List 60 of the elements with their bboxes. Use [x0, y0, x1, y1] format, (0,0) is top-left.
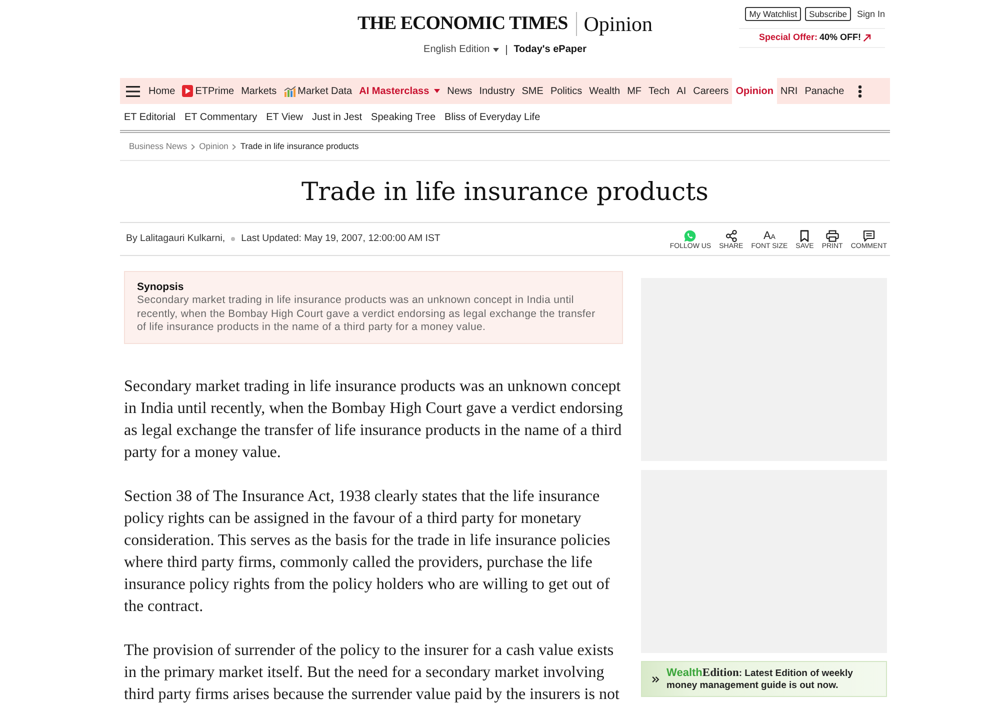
offer-link[interactable]: Special Offer: 40% OFF! [738, 28, 885, 48]
printer-icon [826, 230, 839, 242]
sign-in-link[interactable]: Sign In [854, 9, 885, 19]
nav-tab[interactable]: Market Data [280, 78, 356, 104]
author-name: By Lalitagauri Kulkarni, [126, 232, 226, 246]
nav-tab[interactable]: Home [145, 78, 179, 104]
play-badge-icon [182, 85, 194, 97]
site-logo[interactable]: THE ECONOMIC TIMES [357, 12, 568, 36]
phone-bubble-icon [684, 230, 696, 242]
article-paragraph: The provision of surrender of the policy to the insurer for a cash value exists in the primary market itself. But the need for a secondary market involving third party firms arises because the surrender value paid by the insurers is not [124, 640, 620, 704]
promo-text: WealthEdition: Latest Edition of weekly money management guide is out now. [666, 666, 854, 692]
more-icon [858, 84, 862, 98]
synopsis-text: Secondary market trading in life insurance products was an unknown concept in India until recently, when the Bombay High Court gave a verdict endorsing as legal exchange the transfer of life insurance products in the name of a third party for a money value. [137, 294, 596, 334]
nav-tab[interactable]: MF [624, 78, 646, 104]
article-paragraph: Secondary market trading in life insurance products was an unknown concept in India until recently, when the Bombay High Court gave a verdict endorsing as legal exchange the transfer of life insurance products in the name of a third party for a money value. [124, 376, 623, 462]
edition-dropdown[interactable]: English Edition [424, 44, 499, 56]
bookmark-icon [800, 230, 810, 242]
article-title: Trade in life insurance products [120, 161, 890, 223]
nav-tab[interactable]: Markets [238, 78, 280, 104]
nav-tab[interactable]: Careers [690, 78, 732, 104]
epaper-link[interactable]: Today's ePaper [514, 44, 586, 56]
caret-icon [434, 89, 440, 93]
nav-tab[interactable]: Industry [476, 78, 518, 104]
bar-chart-icon [284, 86, 296, 96]
chevron-icon [191, 144, 196, 150]
nav-tab[interactable]: Opinion [732, 78, 777, 104]
account-button[interactable]: Subscribe [805, 7, 851, 21]
promo-banner[interactable]: WealthEdition: Latest Edition of weekly money management guide is out now. [641, 661, 887, 697]
menu-icon [126, 86, 140, 96]
breadcrumb-current: Trade in life insurance products [240, 140, 359, 153]
nav-tab[interactable]: Panache [801, 78, 848, 104]
nav-tab[interactable]: News [444, 78, 476, 104]
subnav-link[interactable]: Bliss of Everyday Life [444, 110, 540, 124]
comment-icon [862, 230, 875, 242]
subnav-link[interactable]: ET Editorial [124, 110, 176, 124]
share-icon [726, 230, 737, 242]
subnav-link[interactable]: ET View [266, 110, 304, 124]
breadcrumb-link[interactable]: Opinion [199, 140, 228, 153]
nav-tab[interactable]: SME [518, 78, 547, 104]
nav-tab[interactable]: Politics [546, 78, 586, 104]
section-title[interactable]: Opinion [584, 12, 653, 36]
nav-tab[interactable]: Wealth [586, 78, 624, 104]
subnav-link[interactable]: Just in Jest [312, 110, 362, 124]
nav-tab[interactable]: ETPrime [178, 78, 238, 104]
article-paragraph: Section 38 of The Insurance Act, 1938 clearly states that the life insurance policy rights can be assigned in the favour of a third party for monetary consideration. This serves as the basis for the trade in life insurance policies where third party firms, commonly called the providers, purchase the life insurance policy rights from the policy holders who are willing to get out of the contract. [124, 486, 612, 616]
dot-icon [231, 236, 236, 241]
account-button[interactable]: My Watchlist [745, 7, 802, 21]
nav-tab[interactable]: Tech [645, 78, 674, 104]
caret-icon [492, 48, 499, 52]
breadcrumb-link[interactable]: Business News [129, 140, 188, 153]
nav-tab[interactable]: AI [673, 78, 690, 104]
synopsis-heading: Synopsis [137, 281, 185, 294]
chevron-icon [232, 144, 236, 150]
nav-tab[interactable]: NRI [776, 78, 802, 104]
subnav-link[interactable]: Speaking Tree [371, 110, 436, 124]
arrow-icon [863, 34, 871, 42]
nav-tab[interactable]: AI Masterclass [356, 78, 444, 104]
double-chevron-icon [652, 674, 660, 684]
subnav-link[interactable]: ET Commentary [184, 110, 258, 124]
update-time: Last Updated: May 19, 2007, 12:00:00 AM IST [241, 232, 440, 246]
